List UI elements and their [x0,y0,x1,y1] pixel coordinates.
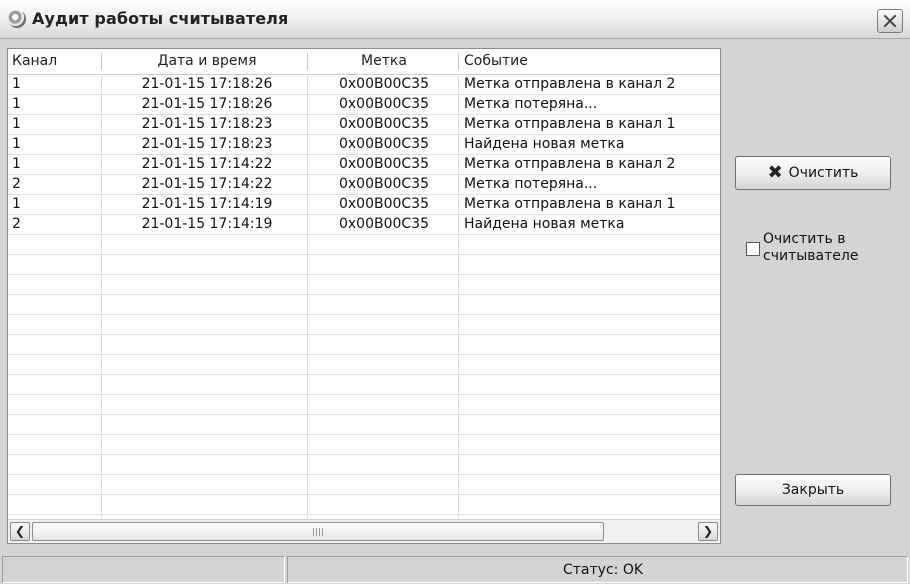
table-row [8,375,720,395]
table-row [8,315,720,335]
table-row [8,335,720,355]
table-row[interactable]: 1 21-01-15 17:18:23 0x00B00C35 Найдена нова… [8,135,720,155]
table-row [8,275,720,295]
cell-channel: 2 [12,216,21,232]
column-header-channel[interactable]: Канал [12,49,57,74]
column-header-datetime[interactable]: Дата и время [104,49,310,74]
cell-datetime: 21-01-15 17:14:19 [141,196,273,212]
x-icon: ✖ [767,162,783,183]
arrow-left-icon[interactable]: ❮ [10,522,30,541]
column-divider[interactable] [101,53,102,70]
close-button-label: Закрыть [781,482,845,498]
table-row [8,495,720,515]
scrollbar-thumb[interactable] [32,522,604,541]
table-row [8,415,720,435]
cell-tag: 0x00B00C35 [338,96,429,112]
cell-channel: 1 [12,156,21,172]
cell-datetime: 21-01-15 17:18:23 [141,116,273,132]
audit-list[interactable]: Канал Дата и время Метка Событие 1 21-01-… [7,48,721,544]
table-row[interactable]: 1 21-01-15 17:18:26 0x00B00C35 Метка потеря… [8,95,720,115]
cell-event: Метка отправлена в канал 1 [464,116,676,132]
cell-datetime: 21-01-15 17:18:26 [141,96,273,112]
reader-app-icon [8,10,26,28]
title-bar: Аудит работы считывателя [0,0,910,39]
status-bar: Статус: OK [0,553,910,584]
cell-event: Метка отправлена в канал 2 [464,156,676,172]
status-text: Статус: OK [563,562,644,578]
table-row [8,395,720,415]
cell-tag: 0x00B00C35 [338,196,429,212]
cell-channel: 2 [12,176,21,192]
column-header-tag[interactable]: Метка [310,49,458,74]
column-divider[interactable] [458,53,459,70]
cell-tag: 0x00B00C35 [338,156,429,172]
list-header: Канал Дата и время Метка Событие [8,49,720,75]
cell-tag: 0x00B00C35 [338,76,429,92]
cell-event: Метка отправлена в канал 1 [464,196,676,212]
table-row [8,235,720,255]
cell-tag: 0x00B00C35 [338,176,429,192]
clear-in-reader-checkbox[interactable] [746,242,760,256]
table-row [8,475,720,495]
cell-event: Метка потеряна... [464,96,598,112]
cell-tag: 0x00B00C35 [338,136,429,152]
cell-tag: 0x00B00C35 [338,216,429,232]
table-row [8,355,720,375]
table-row [8,435,720,455]
table-row [8,455,720,475]
grip-icon [313,528,323,536]
close-icon[interactable] [877,9,903,33]
cell-event: Метка потеряна... [464,176,598,192]
clear-in-reader-label[interactable]: Очистить в считывателе [763,231,883,265]
close-button[interactable]: Закрыть [735,474,891,506]
cell-channel: 1 [12,136,21,152]
cell-datetime: 21-01-15 17:14:19 [141,216,273,232]
cell-datetime: 21-01-15 17:18:26 [141,76,273,92]
cell-channel: 1 [12,76,21,92]
table-row[interactable]: 1 21-01-15 17:14:19 0x00B00C35 Метка отправ… [8,195,720,215]
cell-datetime: 21-01-15 17:18:23 [141,136,273,152]
table-row [8,295,720,315]
table-row[interactable]: 2 21-01-15 17:14:19 0x00B00C35 Найдена нова… [8,215,720,235]
status-panel-left [2,556,285,583]
cell-channel: 1 [12,96,21,112]
table-row[interactable]: 1 21-01-15 17:18:26 0x00B00C35 Метка отправ… [8,75,720,95]
column-header-event[interactable]: Событие [464,49,528,74]
cell-datetime: 21-01-15 17:14:22 [141,176,273,192]
cell-event: Найдена новая метка [464,216,625,232]
clear-button-label: Очистить [788,165,859,181]
cell-channel: 1 [12,116,21,132]
column-divider[interactable] [307,53,308,70]
arrow-right-icon[interactable]: ❯ [698,522,718,541]
horizontal-scrollbar[interactable]: ❮ ❯ [8,519,720,543]
cell-tag: 0x00B00C35 [338,116,429,132]
table-row [8,255,720,275]
table-row[interactable]: 1 21-01-15 17:18:23 0x00B00C35 Метка отправ… [8,115,720,135]
audit-window: Аудит работы считывателя Канал Дата и вр… [0,0,910,584]
cell-event: Найдена новая метка [464,136,625,152]
table-row[interactable]: 1 21-01-15 17:14:22 0x00B00C35 Метка отправ… [8,155,720,175]
table-row[interactable]: 2 21-01-15 17:14:22 0x00B00C35 Метка потеря… [8,175,720,195]
cell-datetime: 21-01-15 17:14:22 [141,156,273,172]
window-title: Аудит работы считывателя [32,9,289,28]
cell-event: Метка отправлена в канал 2 [464,76,676,92]
cell-channel: 1 [12,196,21,212]
clear-button[interactable]: ✖ Очистить [735,156,891,190]
